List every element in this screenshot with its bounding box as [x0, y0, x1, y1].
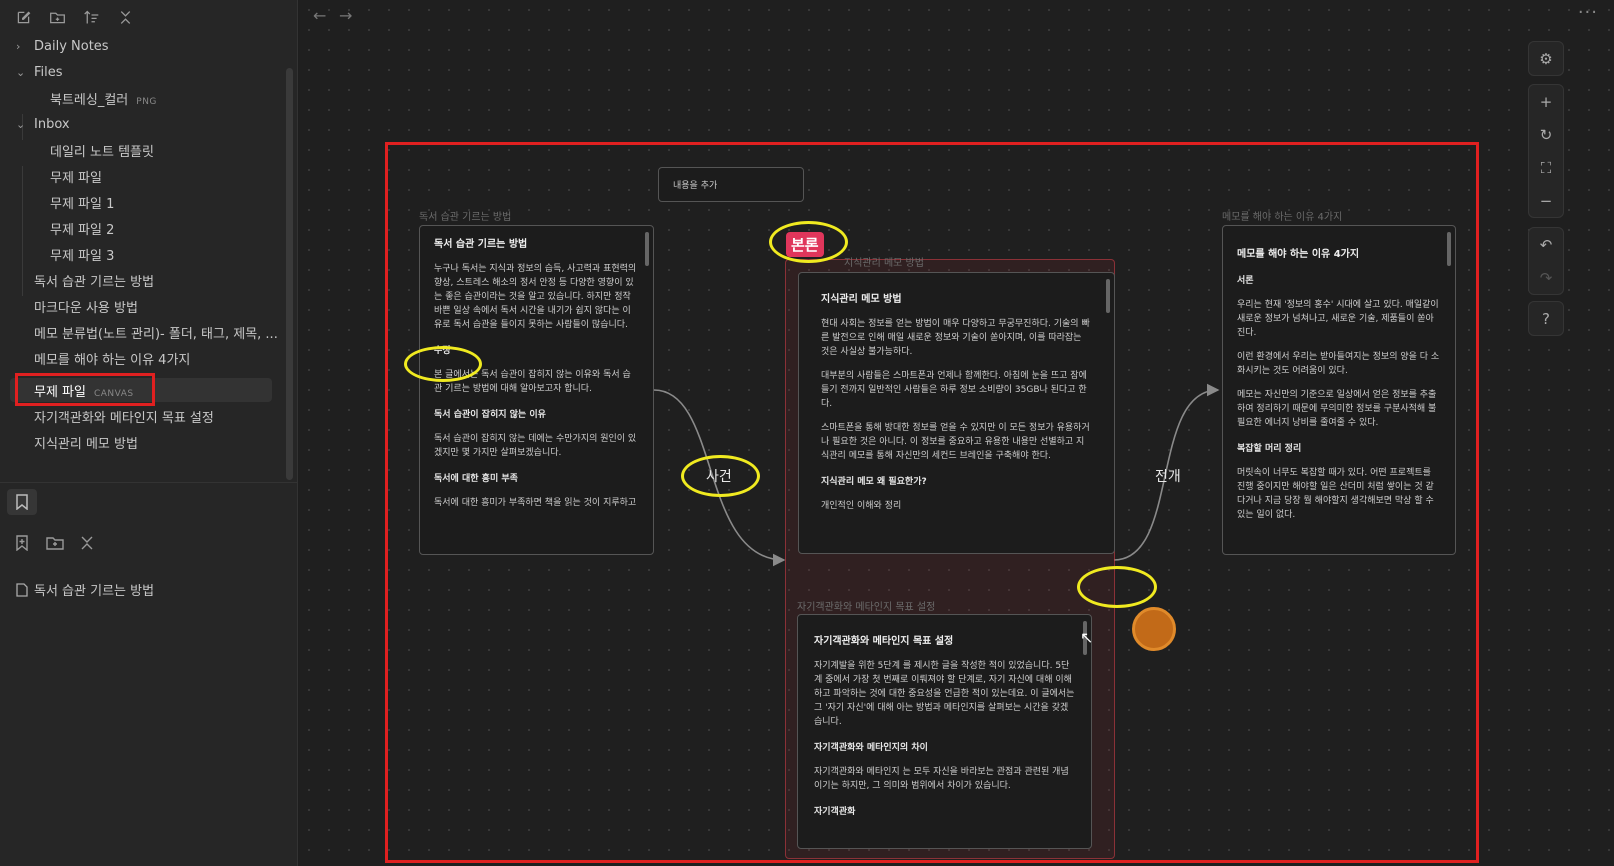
red-highlight-box	[385, 142, 1479, 863]
obsidian-window: › Daily Notes ⌄ Files 북트레싱_컬러 PNG ⌄ Inbox…	[0, 0, 1614, 866]
